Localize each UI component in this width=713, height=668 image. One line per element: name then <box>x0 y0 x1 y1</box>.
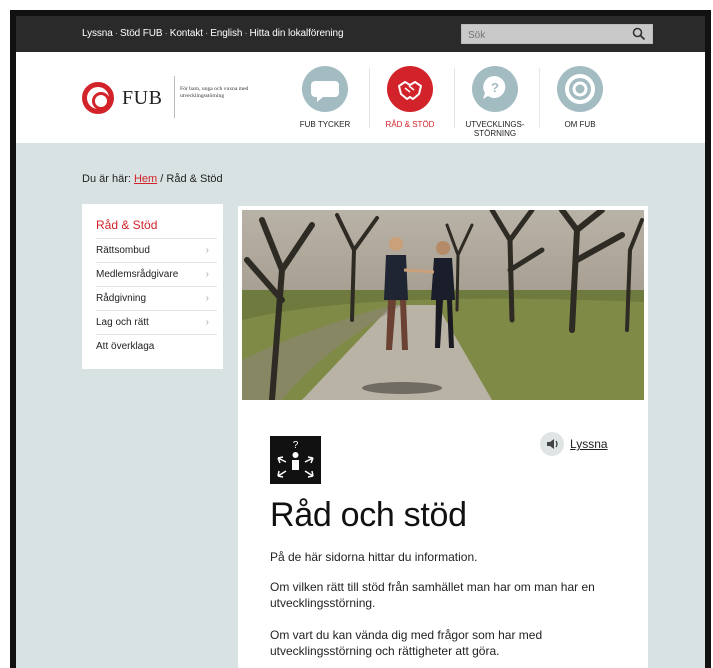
side-menu-item-rattsombud[interactable]: Rättsombud › <box>96 239 217 263</box>
site-header: FUB För barn, unga och vuxna med utveckl… <box>16 52 705 143</box>
nav-om-fub[interactable]: OM FUB <box>540 66 620 129</box>
side-menu: Råd & Stöd Rättsombud › Medlemsrådgivare… <box>82 204 223 369</box>
svg-text:?: ? <box>293 440 299 451</box>
search-box <box>461 24 653 45</box>
content-paragraph: Om vilken rätt till stöd från samhället … <box>270 580 595 610</box>
side-menu-item-medlemsradgivare[interactable]: Medlemsrådgivare › <box>96 263 217 287</box>
chevron-right-icon: › <box>205 293 209 304</box>
nav-utvecklingsstorning[interactable]: ? UTVECKLINGS-STÖRNING <box>455 66 535 138</box>
handshake-icon <box>387 66 433 112</box>
page-frame: Lyssna · Stöd FUB · Kontakt · English · Hitta di… <box>10 10 711 668</box>
top-link-lyssna[interactable]: Lyssna <box>82 28 113 39</box>
listen-control[interactable]: Lyssna <box>540 432 608 456</box>
top-link-hitta-lokalforening[interactable]: Hitta din lokalförening <box>250 28 344 39</box>
hero-photo <box>242 210 644 400</box>
top-link-separator: · <box>114 28 118 39</box>
top-link-separator: · <box>204 28 209 39</box>
top-link-separator: · <box>244 28 248 39</box>
search-input[interactable] <box>462 26 622 45</box>
nav-fub-tycker[interactable]: FUB TYCKER <box>285 66 365 129</box>
top-link-kontakt[interactable]: Kontakt <box>170 28 203 39</box>
advice-support-icon: ? <box>270 436 321 484</box>
breadcrumb-current: Råd & Stöd <box>166 173 223 185</box>
side-menu-label: Rådgivning <box>96 293 147 304</box>
main-content: ? Lyssna Råd och stöd På de här sidorna … <box>238 206 648 668</box>
nav-rad-stod[interactable]: RÅD & STÖD <box>370 66 450 129</box>
svg-text:?: ? <box>491 80 499 95</box>
chevron-right-icon: › <box>205 269 209 280</box>
top-link-separator: · <box>164 28 168 39</box>
breadcrumb-home-link[interactable]: Hem <box>134 173 157 185</box>
speaker-icon[interactable] <box>540 432 564 456</box>
fub-ring-icon <box>557 66 603 112</box>
side-menu-label: Att överklaga <box>96 341 155 352</box>
top-link-stod-fub[interactable]: Stöd FUB <box>120 28 163 39</box>
breadcrumb-prefix: Du är här: <box>82 173 131 185</box>
logo-tagline: För barn, unga och vuxna med utvecklings… <box>180 86 249 99</box>
nav-label: RÅD & STÖD <box>385 120 435 129</box>
question-bubble-icon: ? <box>472 66 518 112</box>
logo-divider <box>174 76 175 118</box>
speech-bubble-icon <box>302 66 348 112</box>
logo-name: FUB <box>122 87 163 109</box>
content-paragraph: Om vart du kan vända dig med frågor som … <box>270 628 543 658</box>
page-title: Råd och stöd <box>270 496 467 534</box>
side-menu-label: Rättsombud <box>96 245 150 256</box>
content-paragraph: På de här sidorna hittar du information. <box>270 550 478 564</box>
chevron-right-icon: › <box>205 317 209 328</box>
nav-label: UTVECKLINGS-STÖRNING <box>465 120 525 138</box>
top-link-english[interactable]: English <box>210 28 242 39</box>
fub-ring-logo-icon <box>82 82 114 114</box>
top-bar: Lyssna · Stöd FUB · Kontakt · English · Hitta di… <box>16 16 705 52</box>
chevron-right-icon: › <box>205 245 209 256</box>
breadcrumb: Du är här: Hem / Råd & Stöd <box>82 173 223 185</box>
nav-label: OM FUB <box>564 120 596 129</box>
breadcrumb-separator: / <box>160 173 164 185</box>
nav-label: FUB TYCKER <box>299 120 351 129</box>
side-menu-title[interactable]: Råd & Stöd <box>96 212 217 239</box>
fub-logo[interactable]: FUB För barn, unga och vuxna med utveckl… <box>82 76 272 118</box>
side-menu-item-lag-och-ratt[interactable]: Lag och rätt › <box>96 311 217 335</box>
side-menu-item-att-overklaga[interactable]: Att överklaga <box>96 335 217 359</box>
side-menu-item-radgivning[interactable]: Rådgivning › <box>96 287 217 311</box>
search-icon[interactable] <box>632 27 646 41</box>
listen-link[interactable]: Lyssna <box>570 437 608 451</box>
top-links: Lyssna · Stöd FUB · Kontakt · English · Hitta di… <box>82 28 344 39</box>
side-menu-label: Medlemsrådgivare <box>96 269 179 280</box>
side-menu-label: Lag och rätt <box>96 317 149 328</box>
